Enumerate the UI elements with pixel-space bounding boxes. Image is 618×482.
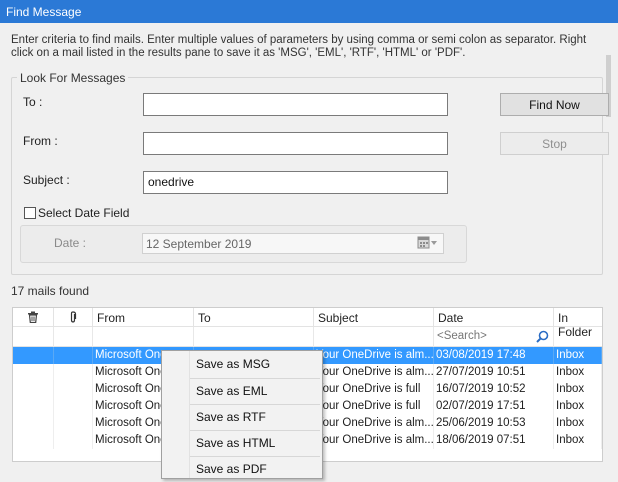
window-title-bar: Find Message bbox=[0, 0, 618, 23]
subject-field[interactable]: onedrive bbox=[143, 171, 448, 194]
stop-button[interactable]: Stop bbox=[500, 132, 609, 155]
group-title: Look For Messages bbox=[17, 71, 129, 85]
subject-cell: Your OneDrive is alm... bbox=[314, 432, 434, 449]
attachment-cell bbox=[54, 381, 93, 398]
delete-cell bbox=[13, 364, 54, 381]
save-as-eml-menu-item[interactable]: Save as EML bbox=[162, 379, 322, 404]
date-label: Date : bbox=[54, 236, 87, 250]
attachment-cell bbox=[54, 398, 93, 415]
date-cell: 02/07/2019 17:51 bbox=[434, 398, 554, 415]
select-date-label: Select Date Field bbox=[38, 206, 130, 220]
save-context-menu: Save as MSG Save as EML Save as RTF Save… bbox=[161, 350, 323, 479]
from-field[interactable] bbox=[143, 132, 448, 155]
date-cell: 27/07/2019 10:51 bbox=[434, 364, 554, 381]
date-search-input[interactable]: <Search> bbox=[434, 327, 554, 347]
subject-cell: Your OneDrive is alm... bbox=[314, 415, 434, 432]
select-date-checkbox[interactable] bbox=[24, 207, 36, 219]
delete-cell bbox=[13, 347, 54, 364]
to-field[interactable] bbox=[143, 93, 448, 116]
save-as-msg-menu-item[interactable]: Save as MSG bbox=[162, 352, 322, 377]
delete-cell bbox=[13, 432, 54, 449]
calendar-dropdown-icon[interactable] bbox=[417, 236, 439, 253]
delete-cell bbox=[13, 398, 54, 415]
date-picker-field[interactable]: 12 September 2019 bbox=[142, 233, 444, 254]
subject-cell: Your OneDrive is alm... bbox=[314, 347, 434, 364]
attachment-cell bbox=[54, 415, 93, 432]
folder-cell: Inbox bbox=[554, 432, 602, 449]
window-scrollbar[interactable] bbox=[603, 23, 618, 479]
date-cell: 03/08/2019 17:48 bbox=[434, 347, 554, 364]
delete-cell bbox=[13, 415, 54, 432]
folder-cell: Inbox bbox=[554, 364, 602, 381]
window-title: Find Message bbox=[6, 5, 82, 19]
filter-cell bbox=[554, 327, 602, 347]
to-column-header[interactable]: To bbox=[194, 308, 314, 327]
attachment-column-header[interactable] bbox=[54, 308, 93, 327]
instructions-text: Enter criteria to find mails. Enter mult… bbox=[11, 34, 587, 59]
attachment-cell bbox=[54, 347, 93, 364]
date-cell: 16/07/2019 10:52 bbox=[434, 381, 554, 398]
subject-cell: Your OneDrive is full bbox=[314, 398, 434, 415]
filter-cell bbox=[194, 327, 314, 347]
from-label: From : bbox=[23, 134, 58, 148]
date-column-header[interactable]: Date bbox=[434, 308, 554, 327]
folder-cell: Inbox bbox=[554, 398, 602, 415]
subject-cell: Your OneDrive is full bbox=[314, 381, 434, 398]
save-as-pdf-menu-item[interactable]: Save as PDF bbox=[162, 457, 322, 482]
folder-cell: Inbox bbox=[554, 381, 602, 398]
save-as-html-menu-item[interactable]: Save as HTML bbox=[162, 431, 322, 456]
grid-header: From To Subject Date In Folder bbox=[13, 308, 602, 339]
date-cell: 18/06/2019 07:51 bbox=[434, 432, 554, 449]
subject-column-header[interactable]: Subject bbox=[314, 308, 434, 327]
filter-cell bbox=[54, 327, 93, 347]
folder-column-header[interactable]: In Folder bbox=[554, 308, 602, 339]
paperclip-icon bbox=[69, 311, 77, 326]
results-count: 17 mails found bbox=[11, 284, 90, 298]
to-label: To : bbox=[23, 95, 43, 109]
from-column-header[interactable]: From bbox=[93, 308, 194, 327]
delete-column-header[interactable] bbox=[13, 308, 54, 327]
filter-cell bbox=[93, 327, 194, 347]
filter-row: <Search> bbox=[13, 327, 602, 347]
date-search-placeholder: <Search> bbox=[437, 330, 487, 342]
folder-cell: Inbox bbox=[554, 415, 602, 432]
subject-label: Subject : bbox=[23, 173, 70, 187]
save-as-rtf-menu-item[interactable]: Save as RTF bbox=[162, 405, 322, 430]
delete-cell bbox=[13, 381, 54, 398]
attachment-cell bbox=[54, 432, 93, 449]
search-icon[interactable] bbox=[536, 330, 549, 346]
subject-cell: Your OneDrive is alm... bbox=[314, 364, 434, 381]
filter-cell bbox=[314, 327, 434, 347]
attachment-cell bbox=[54, 364, 93, 381]
filter-cell bbox=[13, 327, 54, 347]
trash-icon bbox=[27, 311, 39, 326]
find-now-button[interactable]: Find Now bbox=[500, 93, 609, 116]
folder-cell: Inbox bbox=[554, 347, 602, 364]
date-cell: 25/06/2019 10:53 bbox=[434, 415, 554, 432]
